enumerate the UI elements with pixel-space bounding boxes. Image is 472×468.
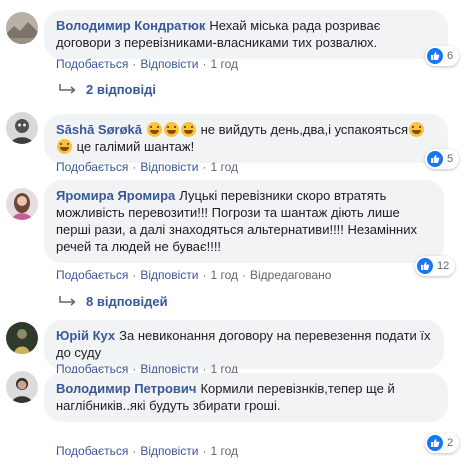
rofl-emoji-icon — [147, 122, 162, 137]
like-link[interactable]: Подобається — [56, 160, 128, 174]
reaction-count[interactable]: 12 — [415, 256, 456, 276]
comment-bubble: Sāshā Sørøkā не вийдуть день,два,і успак… — [44, 114, 448, 163]
avatar[interactable] — [6, 12, 38, 44]
avatar[interactable] — [6, 371, 38, 403]
separator-dot: · — [132, 57, 137, 71]
like-link[interactable]: Подобається — [56, 57, 128, 71]
reaction-count[interactable]: 5 — [425, 149, 460, 169]
like-reaction-icon — [417, 258, 433, 274]
comment-time[interactable]: 1 год — [210, 160, 238, 174]
comment-time[interactable]: 1 год — [210, 268, 238, 282]
comment-author[interactable]: Sāshā Sørøkā — [56, 122, 142, 137]
avatar[interactable] — [6, 322, 38, 354]
reply-arrow-icon — [58, 83, 78, 96]
comment-time[interactable]: 1 год — [210, 444, 238, 458]
separator-dot: · — [202, 268, 207, 282]
like-reaction-icon — [427, 48, 443, 64]
reaction-number: 6 — [447, 50, 454, 62]
reaction-count[interactable]: 6 — [425, 46, 460, 66]
comment-text: не вийдуть день,два,і успакояться — [200, 122, 409, 137]
like-reaction-icon — [427, 151, 443, 167]
reply-link[interactable]: Відповісти — [140, 160, 198, 174]
comment-actions: Подобається · Відповісти · 1 год — [56, 57, 238, 71]
comment-actions: Подобається · Відповісти · 1 год — [56, 160, 238, 174]
separator-dot: · — [132, 444, 137, 458]
replies-count-label: 2 відповіді — [86, 82, 156, 97]
comment-author[interactable]: Яромира Яромира — [56, 188, 175, 203]
avatar-man-icon — [6, 371, 38, 403]
reaction-number: 12 — [437, 260, 450, 272]
comment-time[interactable]: 1 год — [210, 57, 238, 71]
comment-author[interactable]: Юрій Кух — [56, 328, 115, 343]
reply-link[interactable]: Відповісти — [140, 268, 198, 282]
like-reaction-icon — [427, 435, 443, 451]
like-link[interactable]: Подобається — [56, 268, 128, 282]
comment-text-end: це галімий шантаж! — [76, 139, 195, 154]
separator-dot: · — [132, 160, 137, 174]
separator-dot: · — [242, 268, 246, 282]
reply-link[interactable]: Відповісти — [140, 444, 198, 458]
edited-label[interactable]: Відредаговано — [250, 268, 331, 282]
reaction-number: 2 — [447, 437, 454, 449]
reply-link[interactable]: Відповісти — [140, 57, 198, 71]
avatar-woman-icon — [6, 188, 38, 220]
comment-author[interactable]: Володимир Кондратюк — [56, 18, 205, 33]
avatar-dark-icon — [6, 322, 38, 354]
rofl-emoji-icon — [181, 122, 196, 137]
separator-dot: · — [202, 160, 207, 174]
avatar-person-icon — [6, 112, 38, 144]
reaction-count[interactable]: 2 — [425, 433, 460, 453]
reaction-number: 5 — [447, 153, 454, 165]
rofl-emoji-icon — [164, 122, 179, 137]
view-replies-link[interactable]: 2 відповіді — [58, 82, 156, 97]
comment-bubble: Яромира Яромира Луцькі перевізники скоро … — [44, 180, 444, 263]
comment-actions: Подобається · Відповісти · 1 год — [56, 444, 238, 458]
avatar[interactable] — [6, 188, 38, 220]
rofl-emoji-icon — [57, 139, 72, 154]
view-replies-link[interactable]: 8 відповідей — [58, 294, 168, 309]
comment-author[interactable]: Володимир Петрович — [56, 381, 196, 396]
comment-actions: Подобається · Відповісти · 1 год · Відредагова… — [56, 268, 331, 282]
reply-arrow-icon — [58, 295, 78, 308]
separator-dot: · — [202, 444, 207, 458]
like-link[interactable]: Подобається — [56, 444, 128, 458]
avatar[interactable] — [6, 112, 38, 144]
replies-count-label: 8 відповідей — [86, 294, 168, 309]
comment-bubble: Володимир Кондратюк Нехай міська рада роз… — [44, 10, 448, 59]
separator-dot: · — [132, 268, 137, 282]
rofl-emoji-icon — [409, 122, 425, 137]
comment-bubble: Володимир Петрович Кормили перевізнків,те… — [44, 373, 448, 422]
separator-dot: · — [202, 57, 207, 71]
avatar-landscape-icon — [6, 12, 38, 44]
